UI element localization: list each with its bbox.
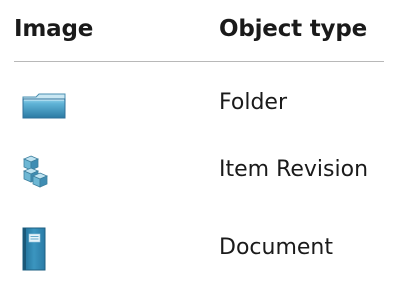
item-revision-icon bbox=[22, 155, 49, 193]
folder-icon bbox=[22, 93, 66, 123]
document-icon bbox=[22, 227, 46, 275]
row-label-item-revision: Item Revision bbox=[219, 157, 369, 182]
column-header-image: Image bbox=[14, 16, 94, 42]
column-header-object-type: Object type bbox=[219, 16, 367, 42]
row-label-folder: Folder bbox=[219, 90, 287, 115]
header-divider bbox=[14, 61, 384, 62]
row-label-document: Document bbox=[219, 235, 333, 260]
